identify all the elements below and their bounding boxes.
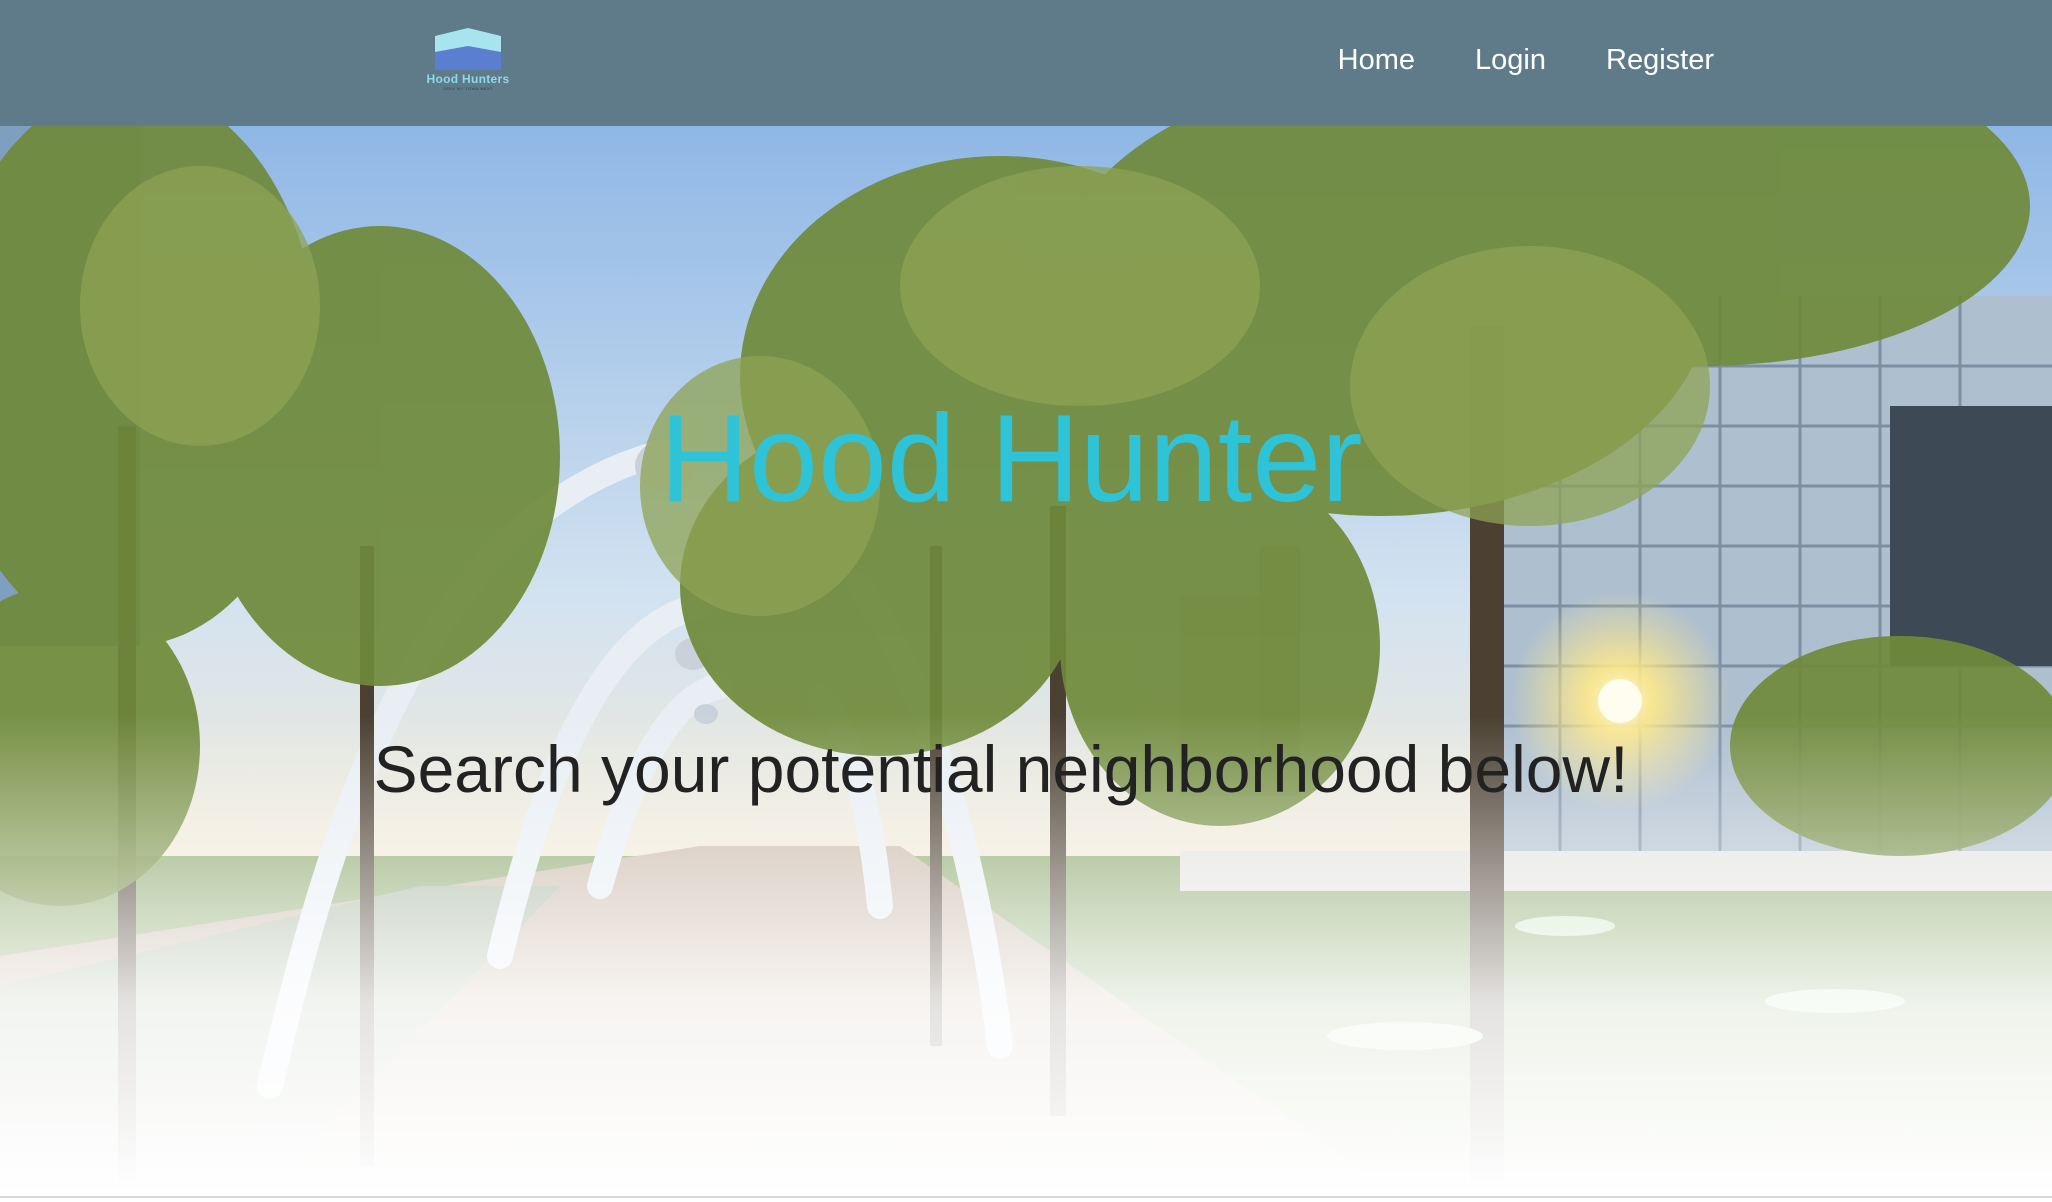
nav-login-link[interactable]: Login [1475, 44, 1546, 77]
hero-subtitle: Search your potential neighborhood below… [373, 732, 1629, 806]
hero-background-image [0, 126, 2052, 1196]
brand-tagline: SEEK MY TOWN NEXT [443, 86, 493, 91]
house-roof-icon [435, 28, 501, 70]
brand-logo[interactable]: Hood Hunters SEEK MY TOWN NEXT [420, 26, 516, 96]
divider [0, 1196, 2052, 1198]
hero-section: Hood Hunter Search your potential neighb… [0, 126, 2052, 1196]
nav-register-link[interactable]: Register [1606, 44, 1714, 77]
hero-title: Hood Hunter [659, 390, 1363, 528]
top-navbar: Hood Hunters SEEK MY TOWN NEXT Home Logi… [0, 0, 2052, 126]
brand-name: Hood Hunters [426, 72, 510, 86]
nav-home-link[interactable]: Home [1338, 44, 1415, 77]
nav-links: Home Login Register [1278, 0, 1714, 120]
